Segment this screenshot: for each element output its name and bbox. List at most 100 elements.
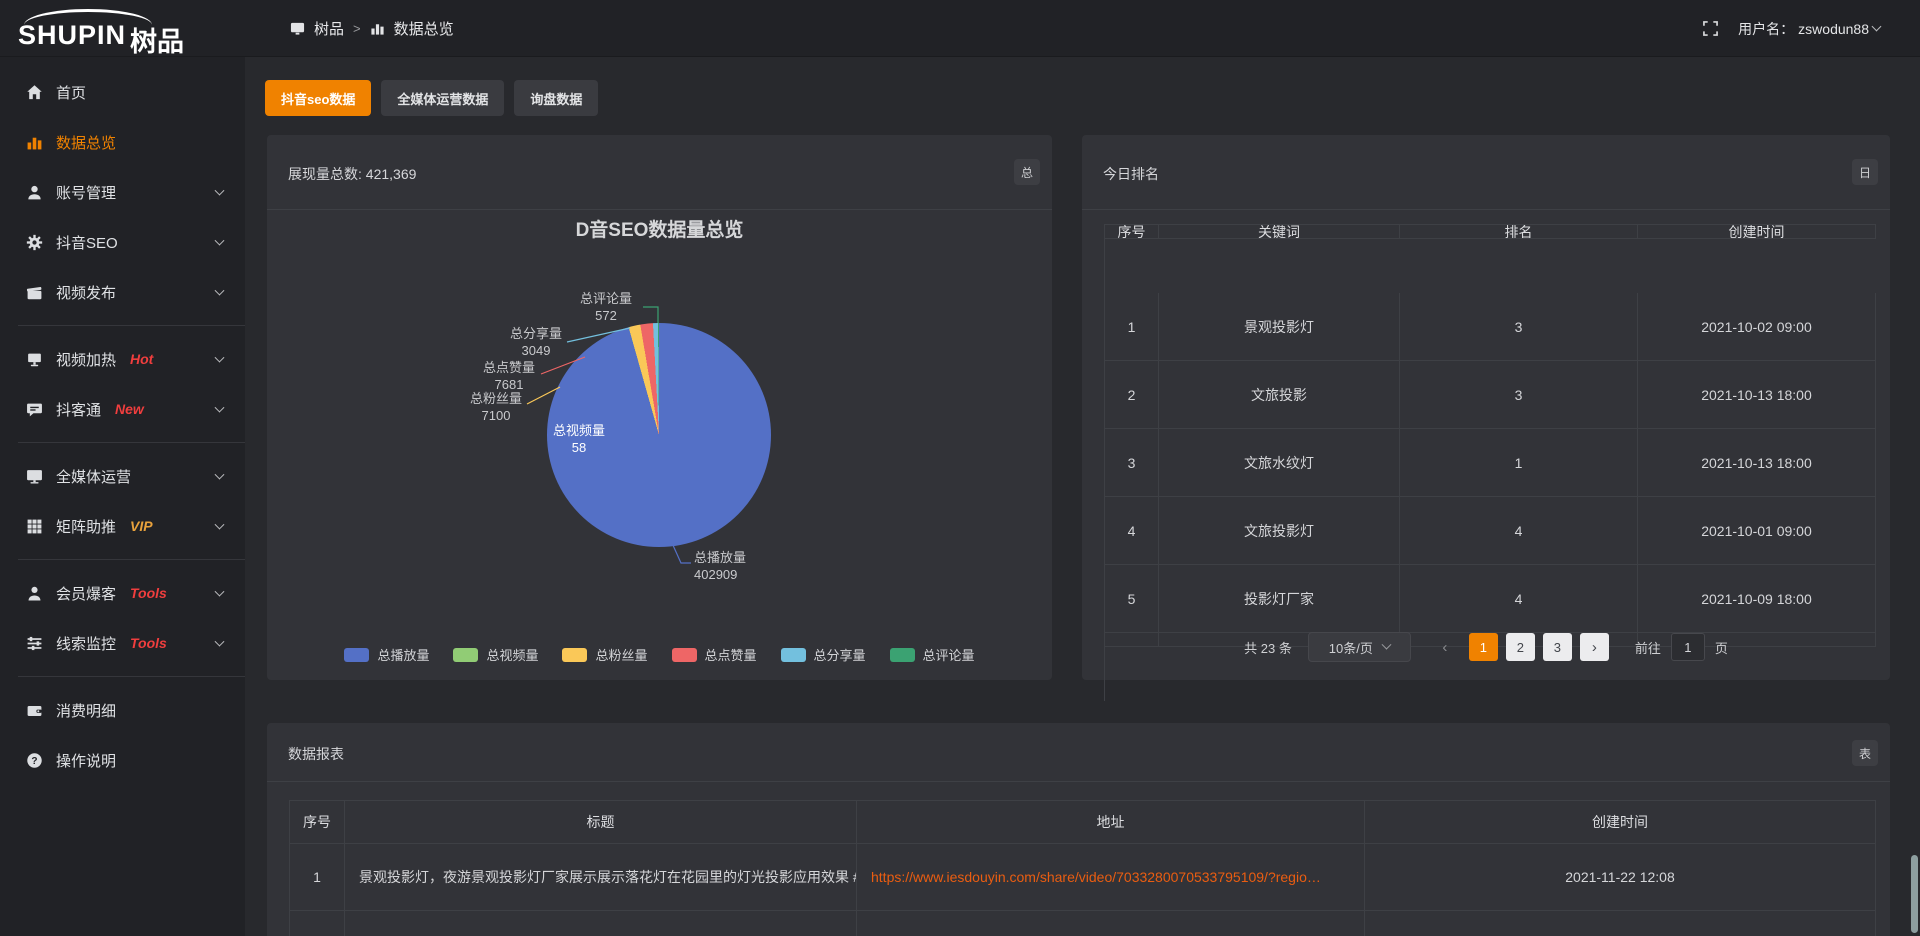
legend-item-likes[interactable]: 总点赞量 bbox=[672, 645, 757, 664]
grid-icon bbox=[26, 518, 43, 535]
sidebar-item-consumption[interactable]: 消费明细 bbox=[0, 685, 245, 735]
user-menu[interactable]: 用户名： zswodun88 bbox=[1738, 19, 1880, 39]
page-button-2[interactable]: 2 bbox=[1506, 633, 1535, 661]
pagination: 共 23 条 10条/页 ‹ 1 2 3 › 前往 1 页 bbox=[1082, 632, 1890, 662]
username-value: zswodun88 bbox=[1798, 21, 1869, 37]
tab-douyin-seo-data[interactable]: 抖音seo数据 bbox=[265, 80, 371, 116]
total-badge-button[interactable]: 总 bbox=[1014, 159, 1040, 185]
fullscreen-icon[interactable] bbox=[1703, 21, 1718, 36]
day-badge-button[interactable]: 日 bbox=[1852, 159, 1878, 185]
table-cell: 景观投影灯 bbox=[1159, 293, 1400, 361]
table-cell: 2021-10-13 18:00 bbox=[1638, 361, 1876, 429]
logo-text-en: SHUPIN bbox=[18, 20, 126, 51]
chevron-down-icon bbox=[215, 403, 225, 413]
monitor-icon bbox=[26, 468, 43, 485]
chevron-down-icon bbox=[1872, 22, 1882, 32]
report-row-link[interactable]: https://www.iesdouyin.com/share/video/70… bbox=[857, 844, 1365, 911]
app-logo[interactable]: SHUPIN 树品 bbox=[18, 8, 238, 52]
sidebar-item-douyin-seo[interactable]: 抖音SEO bbox=[0, 217, 245, 267]
sidebar-divider bbox=[18, 676, 245, 677]
table-cell bbox=[1365, 911, 1876, 936]
table-cell: 2021-10-13 18:00 bbox=[1638, 429, 1876, 497]
chevron-down-icon bbox=[215, 587, 225, 597]
legend-swatch bbox=[344, 648, 369, 662]
table-cell: 4 bbox=[1105, 497, 1159, 565]
sidebar-item-video-publish[interactable]: 视频发布 bbox=[0, 267, 245, 317]
table-cell: 4 bbox=[1400, 497, 1638, 565]
sidebar-item-lead-monitor[interactable]: 线索监控 Tools bbox=[0, 618, 245, 668]
page-size-select[interactable]: 10条/页 bbox=[1308, 632, 1411, 662]
tab-media-operation-data[interactable]: 全媒体运营数据 bbox=[381, 80, 504, 116]
chevron-down-icon bbox=[1381, 639, 1391, 649]
breadcrumb-separator: > bbox=[353, 21, 361, 36]
sidebar-item-label: 操作说明 bbox=[56, 750, 116, 771]
pie-label-comments: 总评论量572 bbox=[570, 290, 642, 324]
sidebar-item-label: 账号管理 bbox=[56, 182, 116, 203]
sidebar-item-label: 数据总览 bbox=[56, 132, 116, 153]
sidebar-item-account[interactable]: 账号管理 bbox=[0, 167, 245, 217]
pie-label-plays: 总播放量402909 bbox=[694, 549, 766, 583]
table-cell: 5 bbox=[1105, 565, 1159, 633]
column-header: 标题 bbox=[345, 801, 857, 844]
sidebar-item-matrix-boost[interactable]: 矩阵助推 VIP bbox=[0, 501, 245, 551]
column-header: 创建时间 bbox=[1638, 225, 1876, 239]
chevron-down-icon bbox=[215, 470, 225, 480]
svg-text:?: ? bbox=[31, 755, 37, 766]
sidebar-divider bbox=[18, 325, 245, 326]
table-cell: 2021-10-09 18:00 bbox=[1638, 565, 1876, 633]
ranking-table: 序号 关键词 排名 创建时间 1 景观投影灯 3 2021-10-02 09:0… bbox=[1104, 224, 1876, 701]
sidebar-item-member-burst[interactable]: 会员爆客 Tools bbox=[0, 568, 245, 618]
user-icon bbox=[26, 184, 43, 201]
legend-item-videos[interactable]: 总视频量 bbox=[453, 645, 538, 664]
legend-item-fans[interactable]: 总粉丝量 bbox=[562, 645, 647, 664]
legend-swatch bbox=[562, 648, 587, 662]
sidebar-item-doukentong[interactable]: 抖客通 New bbox=[0, 384, 245, 434]
legend-item-plays[interactable]: 总播放量 bbox=[344, 645, 429, 664]
sidebar-divider bbox=[18, 559, 245, 560]
prev-page-button[interactable]: ‹ bbox=[1435, 639, 1455, 656]
table-cell: 1 bbox=[290, 844, 345, 911]
pie-label-videos: 总视频量58 bbox=[549, 422, 609, 456]
sidebar-item-label: 消费明细 bbox=[56, 700, 116, 721]
data-tabs: 抖音seo数据 全媒体运营数据 询盘数据 bbox=[265, 80, 598, 116]
breadcrumb-root[interactable]: 树品 bbox=[314, 18, 344, 39]
topbar: SHUPIN 树品 树品 > 数据总览 用户名： zswodun88 bbox=[0, 0, 1920, 57]
table-cell bbox=[290, 911, 345, 936]
report-table: 序号 标题 地址 创建时间 1 景观投影灯，夜游景观投影灯厂家展示展示落花灯在花… bbox=[289, 800, 1876, 936]
pie-label-shares: 总分享量3049 bbox=[505, 325, 567, 359]
question-circle-icon: ? bbox=[26, 752, 43, 769]
page-button-3[interactable]: 3 bbox=[1543, 633, 1572, 661]
chevron-down-icon bbox=[215, 236, 225, 246]
column-header: 关键词 bbox=[1159, 225, 1400, 239]
report-panel-header: 数据报表 表 bbox=[267, 723, 1890, 782]
chevron-down-icon bbox=[215, 520, 225, 530]
sidebar-item-home[interactable]: 首页 bbox=[0, 67, 245, 117]
sidebar-item-data-overview[interactable]: 数据总览 bbox=[0, 117, 245, 167]
sidebar-item-media-operation[interactable]: 全媒体运营 bbox=[0, 451, 245, 501]
hot-badge: Hot bbox=[130, 351, 153, 367]
sidebar-item-help[interactable]: ? 操作说明 bbox=[0, 735, 245, 785]
pagination-total: 共 23 条 bbox=[1244, 638, 1292, 657]
member-icon bbox=[26, 585, 43, 602]
chat-bubble-icon bbox=[26, 401, 43, 418]
next-page-button[interactable]: › bbox=[1580, 633, 1609, 661]
page-button-1[interactable]: 1 bbox=[1469, 633, 1498, 661]
table-badge-button[interactable]: 表 bbox=[1852, 740, 1878, 766]
sidebar-item-label: 会员爆客 bbox=[56, 583, 116, 604]
sidebar-item-video-heat[interactable]: 视频加热 Hot bbox=[0, 334, 245, 384]
tools-badge: Tools bbox=[130, 585, 167, 601]
overview-panel-header: 展现量总数: 421,369 总 bbox=[267, 135, 1052, 210]
sidebar: 首页 数据总览 账号管理 抖音SEO 视频发布 视频加热 Hot bbox=[0, 57, 245, 936]
legend-item-comments[interactable]: 总评论量 bbox=[890, 645, 975, 664]
goto-unit: 页 bbox=[1715, 638, 1728, 657]
ranking-panel: 今日排名 日 序号 关键词 排名 创建时间 1 景观投影灯 3 2021-10-… bbox=[1082, 135, 1890, 680]
table-cell: 3 bbox=[1105, 429, 1159, 497]
column-header: 地址 bbox=[857, 801, 1365, 844]
report-title: 数据报表 bbox=[288, 744, 344, 764]
goto-page-input[interactable]: 1 bbox=[1671, 633, 1705, 661]
table-cell: 1 bbox=[1400, 429, 1638, 497]
tab-inquiry-data[interactable]: 询盘数据 bbox=[514, 80, 598, 116]
legend-item-shares[interactable]: 总分享量 bbox=[781, 645, 866, 664]
page-scrollbar[interactable] bbox=[1911, 855, 1918, 933]
table-cell bbox=[345, 911, 857, 936]
